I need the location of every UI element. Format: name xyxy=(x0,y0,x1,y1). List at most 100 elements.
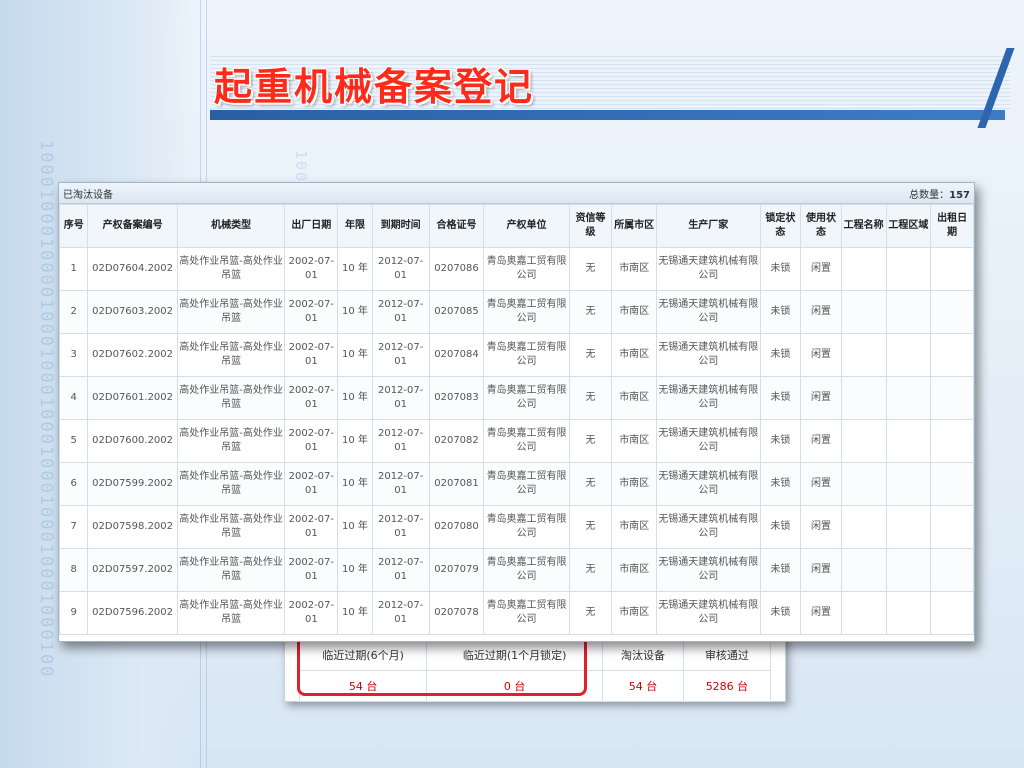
table-cell: 1 xyxy=(59,247,89,291)
table-row[interactable]: 7 02D07598.2002 高处作业吊篮-高处作业吊篮 2002-07-01 10 … xyxy=(59,505,974,549)
table-cell: 市南区 xyxy=(611,290,658,334)
table-cell: 2002-07-01 xyxy=(284,419,339,463)
table-cell xyxy=(840,548,887,592)
table-cell: 青岛奥嘉工贸有限公司 xyxy=(483,548,570,592)
table-cell: 02D07600.2002 xyxy=(87,419,178,463)
table-cell xyxy=(840,333,887,377)
table-cell xyxy=(885,548,932,592)
summary-value-approved[interactable]: 5286 台 xyxy=(682,670,772,702)
table-cell: 闲置 xyxy=(800,591,842,635)
table-cell: 市南区 xyxy=(611,247,658,291)
table-cell xyxy=(930,548,974,592)
table-row[interactable]: 5 02D07600.2002 高处作业吊篮-高处作业吊篮 2002-07-01 10 … xyxy=(59,419,974,463)
table-cell: 10 年 xyxy=(337,548,373,592)
table-cell xyxy=(930,333,974,377)
table-cell: 0207085 xyxy=(428,290,485,334)
table-cell: 闲置 xyxy=(800,290,842,334)
column-header: 出租日期 xyxy=(930,204,974,248)
table-cell xyxy=(885,462,932,506)
table-cell: 青岛奥嘉工贸有限公司 xyxy=(483,419,570,463)
table-header-row: 序号 产权备案编号 机械类型 出厂日期 年限 到期时间 合格证号 产权单位 资信等级 所属市区 生产… xyxy=(59,204,974,248)
table-cell xyxy=(930,247,974,291)
table-cell: 无锡通天建筑机械有限公司 xyxy=(656,462,761,506)
table-cell: 无 xyxy=(568,462,613,506)
table-cell: 闲置 xyxy=(800,376,842,420)
table-cell: 02D07601.2002 xyxy=(87,376,178,420)
table-cell xyxy=(885,333,932,377)
panel-caption: 已淘汰设备 xyxy=(63,189,113,201)
summary-value-retired[interactable]: 54 台 xyxy=(602,670,684,702)
table-cell: 10 年 xyxy=(337,290,373,334)
table-cell: 7 xyxy=(59,505,89,549)
table-cell: 无 xyxy=(568,419,613,463)
table-cell: 未锁 xyxy=(759,462,802,506)
table-cell: 未锁 xyxy=(759,333,802,377)
table-row[interactable]: 3 02D07602.2002 高处作业吊篮-高处作业吊篮 2002-07-01 10 … xyxy=(59,333,974,377)
table-cell: 10 年 xyxy=(337,591,373,635)
table-cell: 高处作业吊篮-高处作业吊篮 xyxy=(176,591,286,635)
table-body: 1 02D07604.2002 高处作业吊篮-高处作业吊篮 2002-07-01 10 … xyxy=(59,247,974,635)
table-cell: 2012-07-01 xyxy=(371,290,430,334)
table-cell xyxy=(885,247,932,291)
table-cell xyxy=(885,290,932,334)
background-binary-text: 1000100010000100010001000100010001000100… xyxy=(36,140,56,679)
table-cell: 02D07597.2002 xyxy=(87,548,178,592)
table-cell: 2002-07-01 xyxy=(284,462,339,506)
table-cell: 10 年 xyxy=(337,505,373,549)
table-cell: 4 xyxy=(59,376,89,420)
table-cell: 5 xyxy=(59,419,89,463)
table-cell: 02D07598.2002 xyxy=(87,505,178,549)
column-header: 资信等级 xyxy=(568,204,613,248)
table-cell: 2012-07-01 xyxy=(371,376,430,420)
table-cell: 2 xyxy=(59,290,89,334)
table-cell: 市南区 xyxy=(611,376,658,420)
column-header: 合格证号 xyxy=(428,204,485,248)
table-row[interactable]: 9 02D07596.2002 高处作业吊篮-高处作业吊篮 2002-07-01 10 … xyxy=(59,591,974,635)
table-cell: 3 xyxy=(59,333,89,377)
total-count-label: 总数量： xyxy=(909,189,950,201)
table-row[interactable]: 2 02D07603.2002 高处作业吊篮-高处作业吊篮 2002-07-01 10 … xyxy=(59,290,974,334)
table-cell xyxy=(885,591,932,635)
table-row[interactable]: 4 02D07601.2002 高处作业吊篮-高处作业吊篮 2002-07-01 10 … xyxy=(59,376,974,420)
column-header: 工程区域 xyxy=(885,204,932,248)
table-cell: 0207081 xyxy=(428,462,485,506)
table-cell: 高处作业吊篮-高处作业吊篮 xyxy=(176,290,286,334)
table-cell: 0207078 xyxy=(428,591,485,635)
table-cell xyxy=(885,419,932,463)
retired-equipment-panel: 已淘汰设备 总数量： 1 5 7 序号 产权备案编号 机械类型 出厂日期 年限 到期时间 合格证号… xyxy=(58,182,975,642)
table-cell: 0207083 xyxy=(428,376,485,420)
table-row[interactable]: 1 02D07604.2002 高处作业吊篮-高处作业吊篮 2002-07-01 10 … xyxy=(59,247,974,291)
table-cell: 10 年 xyxy=(337,462,373,506)
table-cell: 02D07603.2002 xyxy=(87,290,178,334)
table-cell: 无锡通天建筑机械有限公司 xyxy=(656,505,761,549)
table-row[interactable]: 8 02D07597.2002 高处作业吊篮-高处作业吊篮 2002-07-01 10 … xyxy=(59,548,974,592)
table-cell: 闲置 xyxy=(800,505,842,549)
table-cell: 闲置 xyxy=(800,548,842,592)
table-cell: 高处作业吊篮-高处作业吊篮 xyxy=(176,333,286,377)
column-header: 所属市区 xyxy=(611,204,658,248)
table-cell: 无 xyxy=(568,505,613,549)
table-cell: 2002-07-01 xyxy=(284,247,339,291)
table-cell: 无 xyxy=(568,376,613,420)
column-header: 到期时间 xyxy=(371,204,430,248)
table-cell: 2002-07-01 xyxy=(284,548,339,592)
table-cell: 青岛奥嘉工贸有限公司 xyxy=(483,333,570,377)
table-cell: 2012-07-01 xyxy=(371,505,430,549)
table-row[interactable]: 6 02D07599.2002 高处作业吊篮-高处作业吊篮 2002-07-01 10 … xyxy=(59,462,974,506)
table-cell xyxy=(840,376,887,420)
table-cell: 青岛奥嘉工贸有限公司 xyxy=(483,376,570,420)
table-cell: 高处作业吊篮-高处作业吊篮 xyxy=(176,505,286,549)
table-cell: 闲置 xyxy=(800,462,842,506)
table-cell: 0207080 xyxy=(428,505,485,549)
table-cell: 2012-07-01 xyxy=(371,333,430,377)
table-cell: 2002-07-01 xyxy=(284,591,339,635)
table-cell: 青岛奥嘉工贸有限公司 xyxy=(483,247,570,291)
table-cell: 高处作业吊篮-高处作业吊篮 xyxy=(176,462,286,506)
column-header: 使用状态 xyxy=(800,204,842,248)
table-cell xyxy=(840,505,887,549)
table-cell: 青岛奥嘉工贸有限公司 xyxy=(483,591,570,635)
column-header: 产权单位 xyxy=(483,204,570,248)
table-cell: 未锁 xyxy=(759,548,802,592)
column-header: 工程名称 xyxy=(840,204,887,248)
table-cell: 0207079 xyxy=(428,548,485,592)
